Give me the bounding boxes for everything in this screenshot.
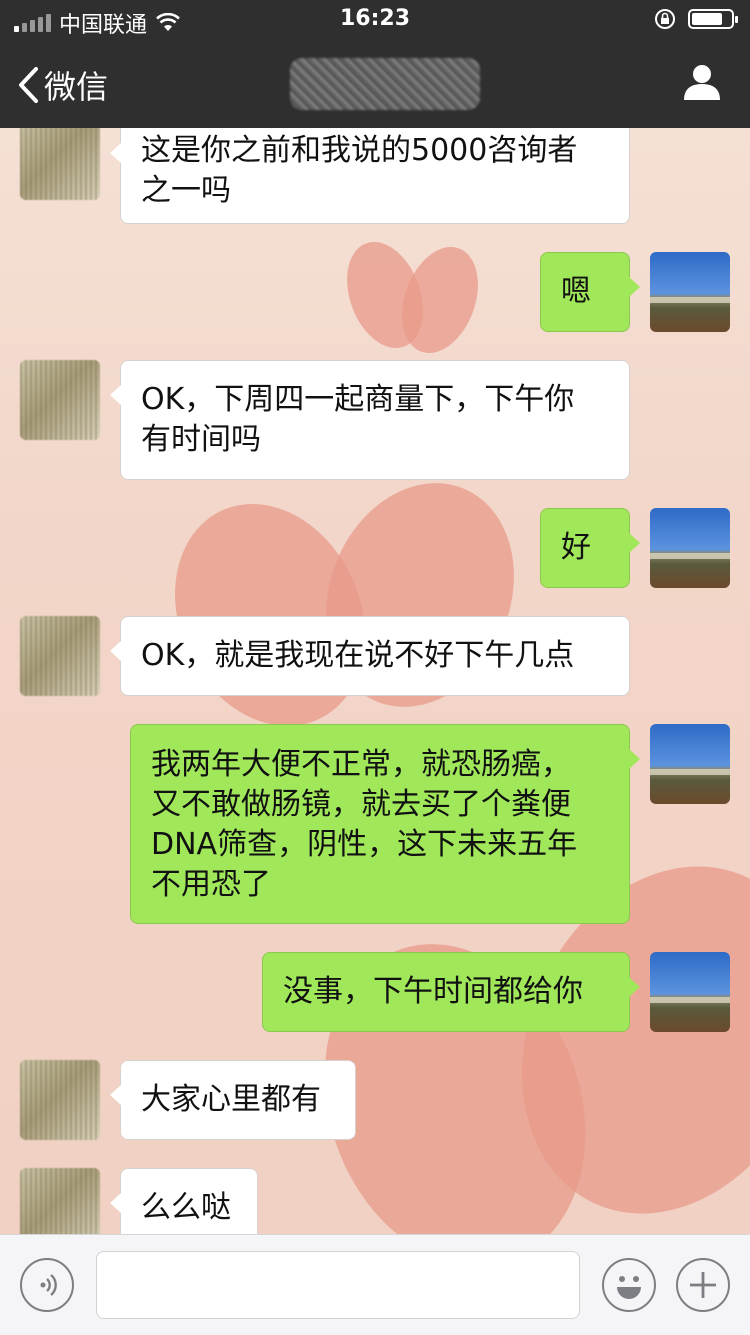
battery-icon (688, 9, 738, 29)
chat-title-redacted (290, 58, 480, 110)
contact-avatar[interactable] (20, 120, 100, 200)
message-line: 么么哒 (141, 1190, 231, 1225)
my-avatar[interactable] (650, 724, 730, 804)
message-bubble[interactable]: OK，下周四一起商量下，下午你 有时间吗 (110, 360, 630, 480)
my-avatar[interactable] (650, 952, 730, 1032)
message-line: 又不敢做肠镜，就去买了个粪便 (151, 787, 571, 822)
message-line: OK，下周四一起商量下，下午你 (141, 382, 575, 417)
emoji-icon (617, 1276, 641, 1299)
message-bubble[interactable]: 我两年大便不正常，就恐肠癌， 又不敢做肠镜，就去买了个粪便 DNA筛查，阴性，这… (130, 724, 640, 924)
emoji-button[interactable] (602, 1258, 656, 1312)
contact-avatar[interactable] (20, 616, 100, 696)
rotation-lock-icon (655, 9, 675, 29)
chevron-left-icon (19, 67, 38, 103)
message-list[interactable]: 这是你之前和我说的5000咨询者 之一吗 嗯 OK，下周四一起商量下，下午你 有… (0, 0, 750, 1334)
message-line: 嗯 (561, 274, 591, 309)
message-line: 我两年大便不正常，就恐肠癌， (151, 747, 571, 782)
plus-icon (690, 1272, 716, 1298)
message-line: 好 (561, 530, 591, 565)
nav-bar: 微信 (0, 40, 750, 128)
message-line: 不用恐了 (151, 867, 271, 902)
message-bubble[interactable]: OK，就是我现在说不好下午几点 (110, 616, 630, 696)
voice-icon (40, 1274, 57, 1296)
message-bubble[interactable]: 这是你之前和我说的5000咨询者 之一吗 (110, 118, 630, 224)
voice-button[interactable] (20, 1258, 74, 1312)
message-bubble[interactable]: 大家心里都有 (110, 1060, 356, 1140)
message-line: 这是你之前和我说的5000咨询者 (141, 133, 578, 168)
my-avatar[interactable] (650, 508, 730, 588)
message-line: 没事，下午时间都给你 (283, 974, 583, 1009)
message-bubble[interactable]: 好 (540, 508, 640, 588)
chat-info-button[interactable] (682, 62, 722, 106)
contact-avatar[interactable] (20, 360, 100, 440)
input-bar (0, 1234, 750, 1335)
status-time: 16:23 (339, 6, 411, 31)
back-label: 微信 (44, 68, 109, 106)
status-bar: 中国联通 16:23 (0, 0, 750, 40)
back-button[interactable]: 微信 (16, 62, 108, 108)
message-input[interactable] (96, 1251, 580, 1319)
person-icon (684, 65, 720, 100)
message-line: DNA筛查，阴性，这下未来五年 (151, 827, 578, 862)
message-line: 有时间吗 (141, 422, 261, 457)
message-line: 之一吗 (141, 173, 231, 208)
contact-avatar[interactable] (20, 1060, 100, 1140)
message-bubble[interactable]: 嗯 (540, 252, 640, 332)
message-bubble[interactable]: 没事，下午时间都给你 (262, 952, 640, 1032)
message-line: 大家心里都有 (141, 1082, 321, 1117)
message-line: OK，就是我现在说不好下午几点 (141, 638, 575, 673)
more-button[interactable] (676, 1258, 730, 1312)
my-avatar[interactable] (650, 252, 730, 332)
